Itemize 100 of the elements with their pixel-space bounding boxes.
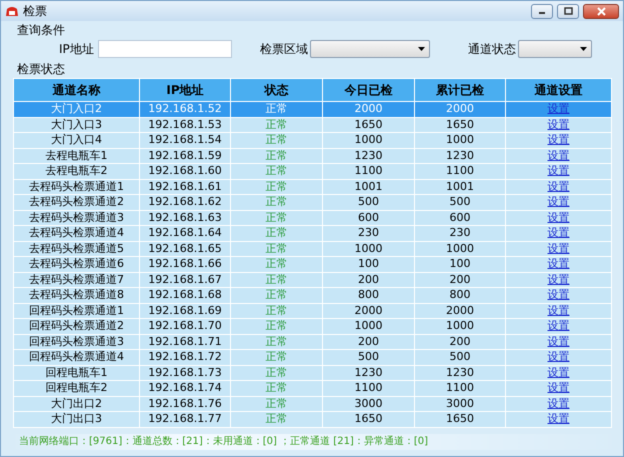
table-cell: 正常 bbox=[230, 194, 322, 210]
field-label: 通道状态 bbox=[468, 40, 516, 58]
table-cell: 大门入口4 bbox=[14, 132, 140, 148]
column-header[interactable]: 通道名称 bbox=[14, 78, 140, 102]
settings-link[interactable]: 设置 bbox=[548, 210, 570, 224]
table-cell: 正常 bbox=[230, 318, 322, 334]
table-cell: 1650 bbox=[414, 117, 506, 132]
table-cell: 500 bbox=[414, 194, 506, 210]
table-cell: 去程码头检票通道1 bbox=[14, 179, 140, 194]
settings-link[interactable]: 设置 bbox=[548, 164, 570, 178]
ip-input-field[interactable] bbox=[98, 40, 232, 58]
table-cell: 192.168.1.68 bbox=[140, 288, 230, 303]
table-cell: 正常 bbox=[230, 148, 322, 164]
table-cell: 1230 bbox=[322, 148, 414, 164]
table-row[interactable]: 去程码头检票通道6 192.168.1.66 正常 100 100 设置 bbox=[14, 256, 612, 272]
table-cell: 500 bbox=[322, 194, 414, 210]
table-cell: 200 bbox=[414, 272, 506, 288]
table-cell: 正常 bbox=[230, 102, 322, 117]
table-row[interactable]: 去程电瓶车1 192.168.1.59 正常 1230 1230 设置 bbox=[14, 148, 612, 164]
table-row[interactable]: 大门出口3 192.168.1.77 正常 1650 1650 设置 bbox=[14, 412, 612, 427]
field-label: 检票区域 bbox=[260, 40, 308, 58]
settings-link[interactable]: 设置 bbox=[548, 350, 570, 364]
app-icon bbox=[5, 5, 19, 17]
settings-link[interactable]: 设置 bbox=[548, 304, 570, 317]
table-cell: 100 bbox=[322, 256, 414, 272]
table-cell: 回程码头检票通道3 bbox=[14, 334, 140, 350]
table-cell: 230 bbox=[322, 226, 414, 241]
table-cell: 192.168.1.74 bbox=[140, 380, 230, 396]
table-row[interactable]: 大门入口4 192.168.1.54 正常 1000 1000 设置 bbox=[14, 132, 612, 148]
table-cell: 正常 bbox=[230, 210, 322, 226]
table-cell: 500 bbox=[414, 350, 506, 365]
settings-link[interactable]: 设置 bbox=[548, 396, 570, 410]
table-row[interactable]: 回程电瓶车1 192.168.1.73 正常 1230 1230 设置 bbox=[14, 365, 612, 380]
maximize-button[interactable] bbox=[557, 4, 579, 18]
settings-link[interactable]: 设置 bbox=[548, 180, 570, 193]
table-row[interactable]: 大门出口2 192.168.1.76 正常 3000 3000 设置 bbox=[14, 396, 612, 412]
table-cell: 去程码头检票通道7 bbox=[14, 272, 140, 288]
table-cell: 192.168.1.59 bbox=[140, 148, 230, 164]
table-cell: 去程电瓶车2 bbox=[14, 164, 140, 179]
table-row[interactable]: 去程码头检票通道1 192.168.1.61 正常 1001 1001 设置 bbox=[14, 179, 612, 194]
settings-link[interactable]: 设置 bbox=[548, 319, 570, 332]
minimize-button[interactable] bbox=[531, 4, 553, 18]
table-cell: 1000 bbox=[322, 132, 414, 148]
settings-link[interactable]: 设置 bbox=[548, 366, 570, 379]
settings-link[interactable]: 设置 bbox=[548, 412, 570, 426]
maximize-icon bbox=[564, 7, 572, 15]
settings-link[interactable]: 设置 bbox=[548, 257, 570, 270]
table-row[interactable]: 去程电瓶车2 192.168.1.60 正常 1100 1100 设置 bbox=[14, 164, 612, 179]
settings-link[interactable]: 设置 bbox=[548, 334, 570, 348]
column-header[interactable]: 通道设置 bbox=[506, 78, 612, 102]
status-dropdown[interactable] bbox=[518, 40, 592, 58]
table-cell: 回程电瓶车1 bbox=[14, 365, 140, 380]
table-cell: 192.168.1.69 bbox=[140, 303, 230, 318]
table-cell: 1001 bbox=[414, 179, 506, 194]
settings-link[interactable]: 设置 bbox=[548, 118, 570, 131]
column-header[interactable]: 今日已检 bbox=[322, 78, 414, 102]
settings-link[interactable]: 设置 bbox=[548, 381, 570, 394]
table-row[interactable]: 去程码头检票通道2 192.168.1.62 正常 500 500 设置 bbox=[14, 194, 612, 210]
area-dropdown[interactable] bbox=[310, 40, 430, 58]
table-row[interactable]: 大门入口3 192.168.1.53 正常 1650 1650 设置 bbox=[14, 117, 612, 132]
table-cell: 192.168.1.67 bbox=[140, 272, 230, 288]
settings-link[interactable]: 设置 bbox=[548, 288, 570, 302]
column-header[interactable]: 状态 bbox=[230, 78, 322, 102]
table-cell: 正常 bbox=[230, 396, 322, 412]
settings-link[interactable]: 设置 bbox=[548, 272, 570, 286]
table-row[interactable]: 去程码头检票通道7 192.168.1.67 正常 200 200 设置 bbox=[14, 272, 612, 288]
table-row[interactable]: 去程码头检票通道3 192.168.1.63 正常 600 600 设置 bbox=[14, 210, 612, 226]
table-row[interactable]: 去程码头检票通道4 192.168.1.64 正常 230 230 设置 bbox=[14, 226, 612, 241]
table-cell: 回程电瓶车2 bbox=[14, 380, 140, 396]
table-row[interactable]: 去程码头检票通道5 192.168.1.65 正常 1000 1000 设置 bbox=[14, 241, 612, 256]
group-title: 检票状态 bbox=[17, 62, 66, 77]
table-cell: 1100 bbox=[322, 380, 414, 396]
table-row[interactable]: 回程电瓶车2 192.168.1.74 正常 1100 1100 设置 bbox=[14, 380, 612, 396]
close-button[interactable] bbox=[583, 4, 619, 18]
table-row[interactable]: 回程码头检票通道2 192.168.1.70 正常 1000 1000 设置 bbox=[14, 318, 612, 334]
table-cell: 192.168.1.63 bbox=[140, 210, 230, 226]
table-cell: 192.168.1.60 bbox=[140, 164, 230, 179]
column-header[interactable]: 累计已检 bbox=[414, 78, 506, 102]
table-cell: 1650 bbox=[322, 412, 414, 427]
field-label: IP地址 bbox=[59, 40, 94, 58]
table-row[interactable]: 回程码头检票通道3 192.168.1.71 正常 200 200 设置 bbox=[14, 334, 612, 350]
window-title: 检票 bbox=[23, 2, 48, 20]
table-row[interactable]: 回程码头检票通道1 192.168.1.69 正常 2000 2000 设置 bbox=[14, 303, 612, 318]
table-cell: 2000 bbox=[322, 102, 414, 117]
settings-link[interactable]: 设置 bbox=[548, 242, 570, 255]
table-cell: 1230 bbox=[322, 365, 414, 380]
table-cell: 3000 bbox=[414, 396, 506, 412]
table-cell: 600 bbox=[322, 210, 414, 226]
settings-link[interactable]: 设置 bbox=[548, 226, 570, 240]
table-row[interactable]: 去程码头检票通道8 192.168.1.68 正常 800 800 设置 bbox=[14, 288, 612, 303]
table-cell: 500 bbox=[322, 350, 414, 365]
table-cell: 192.168.1.62 bbox=[140, 194, 230, 210]
table-cell: 正常 bbox=[230, 132, 322, 148]
settings-link[interactable]: 设置 bbox=[548, 148, 570, 162]
table-cell: 去程电瓶车1 bbox=[14, 148, 140, 164]
table-cell: 1000 bbox=[414, 318, 506, 334]
settings-link[interactable]: 设置 bbox=[548, 195, 570, 208]
table-row[interactable]: 回程码头检票通道4 192.168.1.72 正常 500 500 设置 bbox=[14, 350, 612, 365]
column-header[interactable]: IP地址 bbox=[140, 78, 230, 102]
settings-link[interactable]: 设置 bbox=[548, 133, 570, 146]
